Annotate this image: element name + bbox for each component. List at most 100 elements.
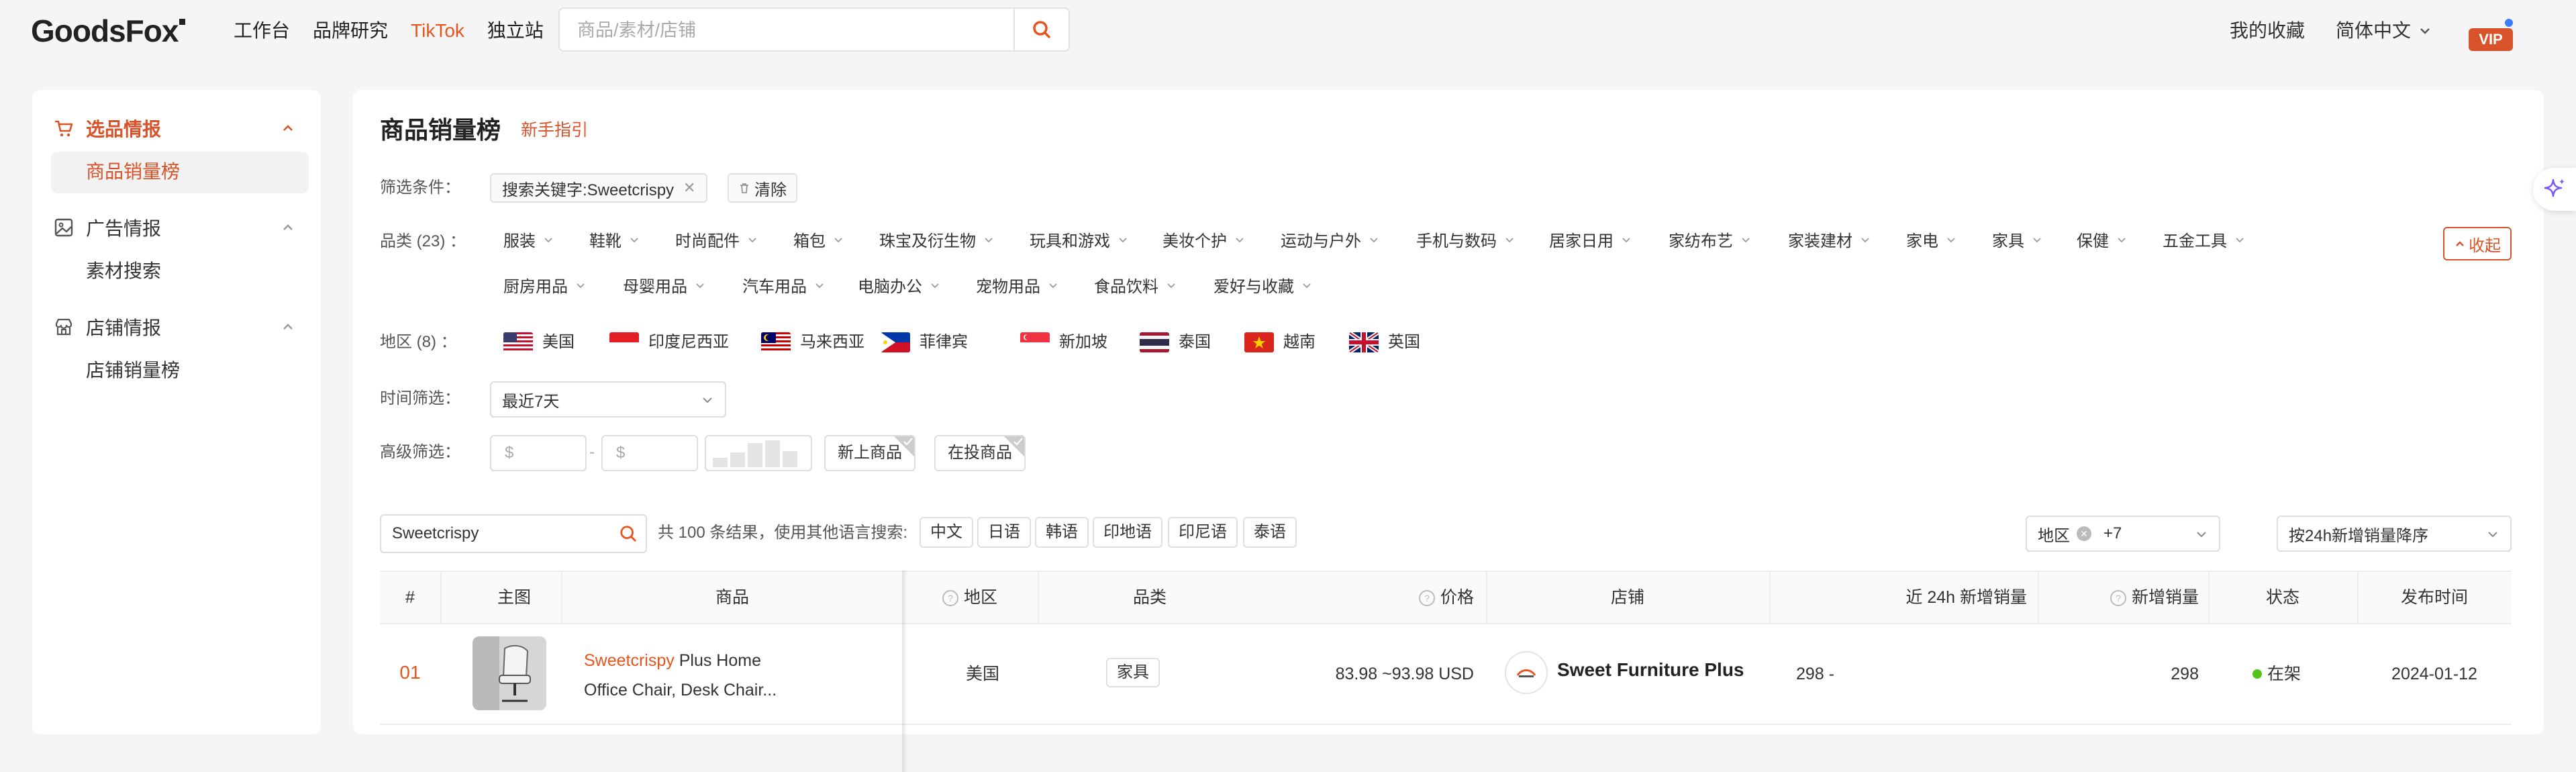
category-item[interactable]: 手机与数码	[1416, 228, 1516, 255]
help-icon[interactable]: ?	[942, 590, 958, 607]
product-title[interactable]: Sweetcrispy Plus Home	[584, 647, 761, 674]
sidebar-section-ad-intel[interactable]: 广告情报	[52, 213, 161, 242]
region-item[interactable]: 新加坡	[1020, 329, 1107, 356]
col-price[interactable]: ? 价格	[1387, 572, 1474, 623]
category-item[interactable]: 母婴用品	[623, 274, 706, 301]
category-item[interactable]: 家纺布艺	[1669, 228, 1752, 255]
col-sales-24h[interactable]: 近 24h 新增销量	[1769, 572, 2027, 623]
row-store-name[interactable]: Sweet Furniture Plus	[1557, 657, 1744, 683]
product-thumbnail[interactable]	[473, 636, 546, 710]
region-item[interactable]: 泰国	[1140, 329, 1211, 356]
vip-badge[interactable]: VIP	[2469, 28, 2513, 51]
category-item[interactable]: 运动与户外	[1281, 228, 1380, 255]
category-item[interactable]: 珠宝及衍生物	[879, 228, 995, 255]
category-item[interactable]: 爱好与收藏	[1213, 274, 1313, 301]
chevron-down-icon	[1119, 238, 1127, 243]
close-icon[interactable]: ✕	[683, 179, 695, 197]
result-count-text: 共 100 条结果，使用其他语言搜索:	[658, 524, 908, 542]
category-item[interactable]: 家具	[1992, 228, 2043, 255]
active-ads-toggle[interactable]: 在投商品	[934, 435, 1026, 471]
global-search-button[interactable]	[1013, 9, 1069, 50]
image-icon	[52, 216, 75, 239]
sort-select[interactable]: 按24h新增销量降序	[2277, 516, 2512, 552]
goodsfox-logo[interactable]: GoodsFox	[31, 12, 186, 50]
region-name: 新加坡	[1059, 333, 1107, 351]
region-item[interactable]: 美国	[503, 329, 575, 356]
help-icon[interactable]: ?	[1418, 590, 1435, 607]
region-item[interactable]: 英国	[1349, 329, 1420, 356]
active-ads-label: 在投商品	[948, 444, 1012, 462]
category-item[interactable]: 居家日用	[1549, 228, 1632, 255]
region-item[interactable]: 印度尼西亚	[609, 329, 729, 356]
my-favorites-link[interactable]: 我的收藏	[2230, 17, 2305, 44]
category-label: 汽车用品	[742, 278, 807, 296]
price-histogram[interactable]	[705, 435, 812, 471]
col-store: 店铺	[1610, 588, 1644, 607]
sidebar-item-store-sales-rank[interactable]: 店铺销量榜	[86, 357, 180, 384]
region-item[interactable]: 菲律宾	[881, 329, 968, 356]
search-language-chip[interactable]: 中文	[920, 517, 973, 548]
global-search-input[interactable]	[576, 15, 1008, 45]
time-filter-select[interactable]: 最近7天	[490, 381, 726, 418]
category-item[interactable]: 玩具和游戏	[1030, 228, 1129, 255]
category-item[interactable]: 厨房用品	[503, 274, 587, 301]
chevron-down-icon	[2118, 238, 2126, 243]
price-max-input[interactable]: $	[601, 435, 698, 471]
table-row[interactable]: 01 Sweetcrispy Plus Home Office Chair, D…	[380, 623, 2512, 724]
category-item[interactable]: 电脑办公	[858, 274, 941, 301]
ai-assistant-button[interactable]	[2533, 168, 2576, 211]
chevron-down-icon	[2197, 532, 2206, 538]
category-label: 服装	[503, 232, 536, 250]
category-item[interactable]: 宠物用品	[976, 274, 1059, 301]
region-item[interactable]: 马来西亚	[761, 329, 864, 356]
chevron-down-icon	[1236, 238, 1244, 243]
nav-tiktok[interactable]: TikTok	[411, 17, 464, 44]
keyword-value: Sweetcrispy	[392, 524, 479, 542]
help-icon[interactable]: ?	[2110, 590, 2126, 607]
chevron-up-icon[interactable]	[281, 220, 295, 235]
row-category-chip[interactable]: 家具	[1106, 658, 1160, 687]
col-new-sales[interactable]: ? 新增销量	[2038, 572, 2199, 623]
chevron-up-icon[interactable]	[281, 121, 295, 136]
nav-independent-site[interactable]: 独立站	[487, 17, 544, 44]
nav-workbench[interactable]: 工作台	[234, 17, 290, 44]
nav-brand-research[interactable]: 品牌研究	[313, 17, 388, 44]
chevron-down-icon	[1167, 283, 1175, 289]
new-products-toggle[interactable]: 新上商品	[824, 435, 915, 471]
search-language-chip[interactable]: 印地语	[1093, 517, 1162, 548]
chevron-up-icon[interactable]	[281, 320, 295, 334]
category-item[interactable]: 时尚配件	[675, 228, 758, 255]
beginner-guide-link[interactable]: 新手指引	[521, 117, 588, 144]
clear-icon[interactable]: ✕	[2077, 526, 2091, 541]
col-region[interactable]: ? 地区	[942, 572, 1023, 623]
clear-filters-button[interactable]: 清除	[728, 173, 797, 203]
category-item[interactable]: 家装建材	[1788, 228, 1871, 255]
search-language-chip[interactable]: 印尼语	[1168, 517, 1238, 548]
category-item[interactable]: 五金工具	[2163, 228, 2246, 255]
language-selector[interactable]: 简体中文	[2336, 17, 2432, 44]
price-min-input[interactable]: $	[490, 435, 587, 471]
region-multiselect[interactable]: 地区 ✕ +7	[2026, 516, 2220, 552]
region-item[interactable]: 越南	[1244, 329, 1316, 356]
store-avatar[interactable]	[1505, 651, 1548, 694]
collapse-categories-button[interactable]: 收起	[2443, 227, 2512, 260]
category-item[interactable]: 家电	[1906, 228, 1957, 255]
category-item[interactable]: 汽车用品	[742, 274, 826, 301]
keyword-search-input[interactable]: Sweetcrispy	[380, 514, 647, 553]
col-publish-date[interactable]: 发布时间	[2357, 572, 2512, 623]
time-filter-label: 时间筛选：	[380, 389, 460, 407]
category-item[interactable]: 箱包	[793, 228, 844, 255]
category-item[interactable]: 服装	[503, 228, 554, 255]
category-item[interactable]: 鞋靴	[589, 228, 640, 255]
search-icon[interactable]	[619, 524, 638, 543]
sidebar-item-creative-search[interactable]: 素材搜索	[86, 258, 161, 285]
search-language-chip[interactable]: 日语	[977, 517, 1031, 548]
sidebar-item-product-sales-rank[interactable]: 商品销量榜	[86, 158, 180, 185]
search-language-chip[interactable]: 泰语	[1243, 517, 1297, 548]
category-item[interactable]: 保健	[2077, 228, 2128, 255]
sidebar-section-product-intel[interactable]: 选品情报	[52, 114, 161, 142]
category-item[interactable]: 美妆个护	[1162, 228, 1246, 255]
category-item[interactable]: 食品饮料	[1094, 274, 1177, 301]
search-language-chip[interactable]: 韩语	[1035, 517, 1089, 548]
sidebar-section-store-intel[interactable]: 店铺情报	[52, 313, 161, 341]
